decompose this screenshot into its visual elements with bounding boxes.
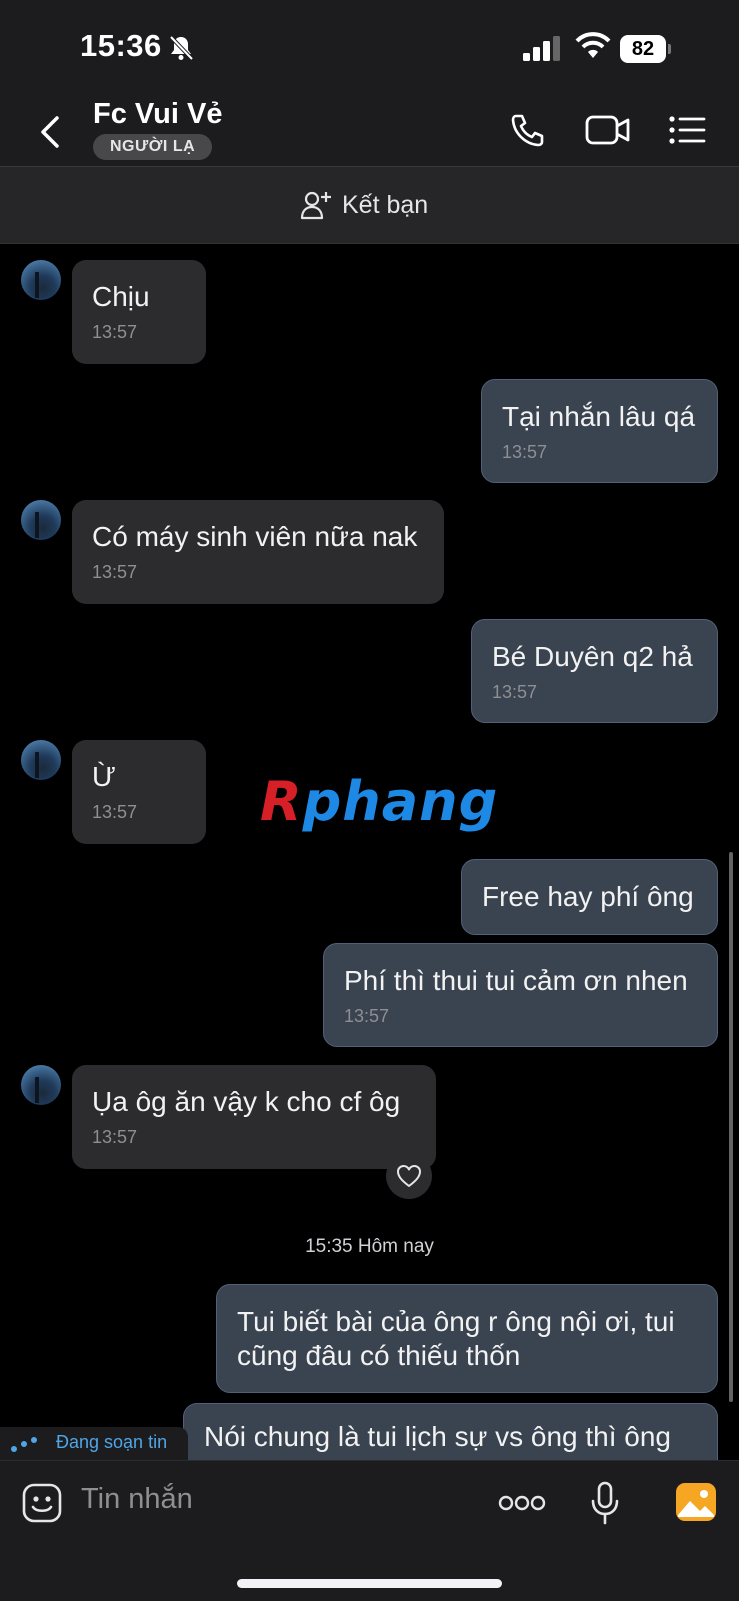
typing-label: Đang soạn tin (56, 1432, 168, 1452)
bell-muted-icon (169, 35, 194, 61)
add-friend-icon (300, 191, 331, 220)
message-bubble-incoming[interactable]: Có máy sinh viên nữa nak 13:57 (72, 500, 444, 604)
add-friend-bar: Kết bạn (0, 167, 739, 244)
heart-icon (397, 1165, 421, 1187)
contact-name[interactable]: Fc Vui Vẻ (93, 98, 222, 131)
add-friend-button[interactable]: Kết bạn (300, 187, 428, 223)
message-bubble-incoming[interactable]: Ừ 13:57 (72, 740, 206, 844)
microphone-icon[interactable] (590, 1481, 620, 1525)
home-indicator (237, 1579, 502, 1588)
message-bubble-incoming[interactable]: Ụa ôg ăn vậy k cho cf ôg 13:57 (72, 1065, 436, 1169)
battery-icon: 82 (620, 35, 672, 63)
chat-header: Fc Vui Vẻ NGƯỜI LẠ (0, 96, 739, 167)
avatar[interactable] (21, 740, 61, 780)
avatar[interactable] (21, 500, 61, 540)
status-time: 15:36 (80, 28, 162, 63)
typing-indicator: Đang soạn tin (0, 1427, 188, 1461)
scrollbar[interactable] (729, 852, 733, 1402)
avatar[interactable] (21, 260, 61, 300)
watermark-logo: Rphang (260, 770, 499, 833)
image-gallery-icon[interactable] (674, 1481, 718, 1523)
wifi-icon (575, 32, 611, 58)
message-bubble-outgoing[interactable]: Bé Duyên q2 hả 13:57 (471, 619, 718, 723)
message-composer: Tin nhắn (0, 1460, 739, 1601)
message-bubble-outgoing[interactable]: Phí thì thui tui cảm ơn nhen 13:57 (323, 943, 718, 1047)
message-bubble-outgoing[interactable]: Nói chung là tui lịch sự vs ông thì ông (183, 1403, 718, 1460)
add-friend-label: Kết bạn (342, 190, 429, 219)
message-bubble-outgoing[interactable]: Free hay phí ông (461, 859, 718, 935)
back-icon[interactable] (36, 114, 66, 150)
video-call-icon[interactable] (585, 112, 631, 148)
message-bubble-outgoing[interactable]: Tui biết bài của ông r ông nội ơi, tui c… (216, 1284, 718, 1393)
signal-icon (523, 36, 560, 61)
sticker-emoji-icon[interactable] (21, 1482, 63, 1524)
stranger-badge: NGƯỜI LẠ (93, 134, 213, 160)
battery-level: 82 (631, 38, 655, 60)
react-heart-button[interactable] (386, 1153, 432, 1199)
more-options-icon[interactable] (498, 1493, 546, 1513)
avatar[interactable] (21, 1065, 61, 1105)
message-input[interactable]: Tin nhắn (81, 1483, 193, 1516)
message-bubble-incoming[interactable]: Chịu 13:57 (72, 260, 206, 364)
phone-call-icon[interactable] (508, 112, 548, 148)
day-separator: 15:35 Hôm nay (305, 1236, 434, 1257)
status-bar: 15:36 82 (0, 0, 739, 96)
typing-dots-icon (11, 1437, 37, 1452)
menu-list-icon[interactable] (668, 112, 708, 148)
message-bubble-outgoing[interactable]: Tại nhắn lâu qá 13:57 (481, 379, 718, 483)
